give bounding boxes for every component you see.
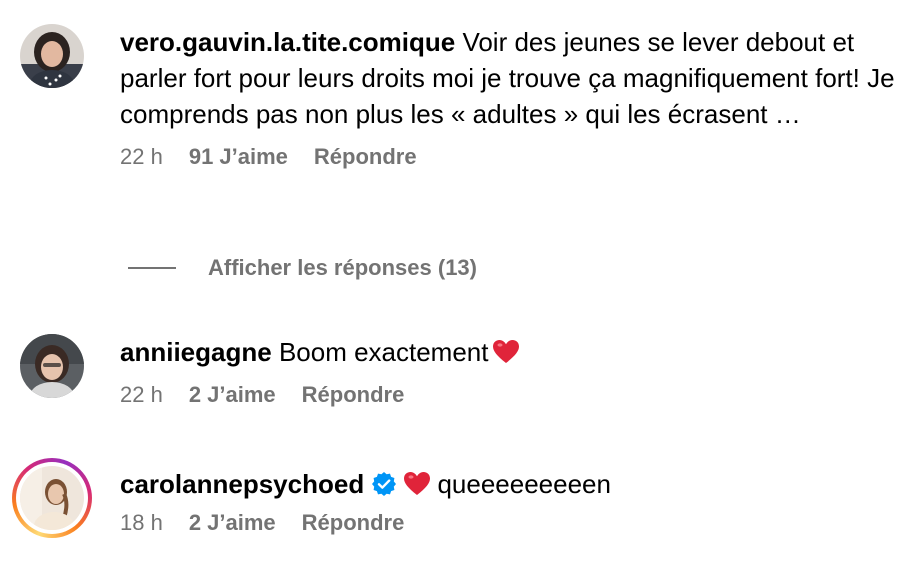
comment-likes[interactable]: 2 J’aime	[189, 510, 276, 536]
comment-username[interactable]: carolannepsychoed	[120, 469, 364, 499]
red-heart-icon	[404, 472, 431, 495]
comment-body: Boom exactement	[278, 337, 489, 367]
comment-text: vero.gauvin.la.tite.comique Voir des jeu…	[120, 24, 910, 132]
red-heart-icon	[492, 340, 519, 363]
avatar[interactable]	[20, 334, 84, 398]
reply-button[interactable]: Répondre	[314, 144, 417, 170]
comment-likes[interactable]: 91 J’aime	[189, 144, 288, 170]
comment-text: anniiegagne Boom exactement	[120, 334, 910, 370]
reply-button[interactable]: Répondre	[302, 382, 405, 408]
comment-username[interactable]: anniiegagne	[120, 337, 272, 367]
comment-username[interactable]: vero.gauvin.la.tite.comique	[120, 27, 455, 57]
comment-time[interactable]: 18 h	[120, 510, 163, 536]
comment-body: queeeeeeeeen	[437, 469, 611, 499]
story-ring[interactable]	[12, 458, 92, 538]
avatar[interactable]	[20, 24, 84, 88]
view-replies-button[interactable]: Afficher les réponses (13)	[128, 255, 477, 281]
comment-likes[interactable]: 2 J’aime	[189, 382, 276, 408]
comment-text: carolannepsychoed queeeeeeeeen	[120, 466, 910, 502]
verified-badge-icon	[372, 472, 397, 496]
replies-divider	[128, 267, 176, 269]
avatar[interactable]	[20, 466, 84, 530]
comment-meta: 18 h 2 J’aime Répondre	[120, 510, 910, 536]
comment-time[interactable]: 22 h	[120, 144, 163, 170]
avatar-photo-icon	[20, 466, 84, 530]
comment-meta: 22 h 91 J’aime Répondre	[120, 144, 910, 170]
comment-meta: 22 h 2 J’aime Répondre	[120, 382, 910, 408]
avatar-photo-icon	[20, 24, 84, 88]
comment-time[interactable]: 22 h	[120, 382, 163, 408]
reply-button[interactable]: Répondre	[302, 510, 405, 536]
view-replies-label: Afficher les réponses (13)	[208, 255, 477, 280]
avatar-photo-icon	[20, 334, 84, 398]
